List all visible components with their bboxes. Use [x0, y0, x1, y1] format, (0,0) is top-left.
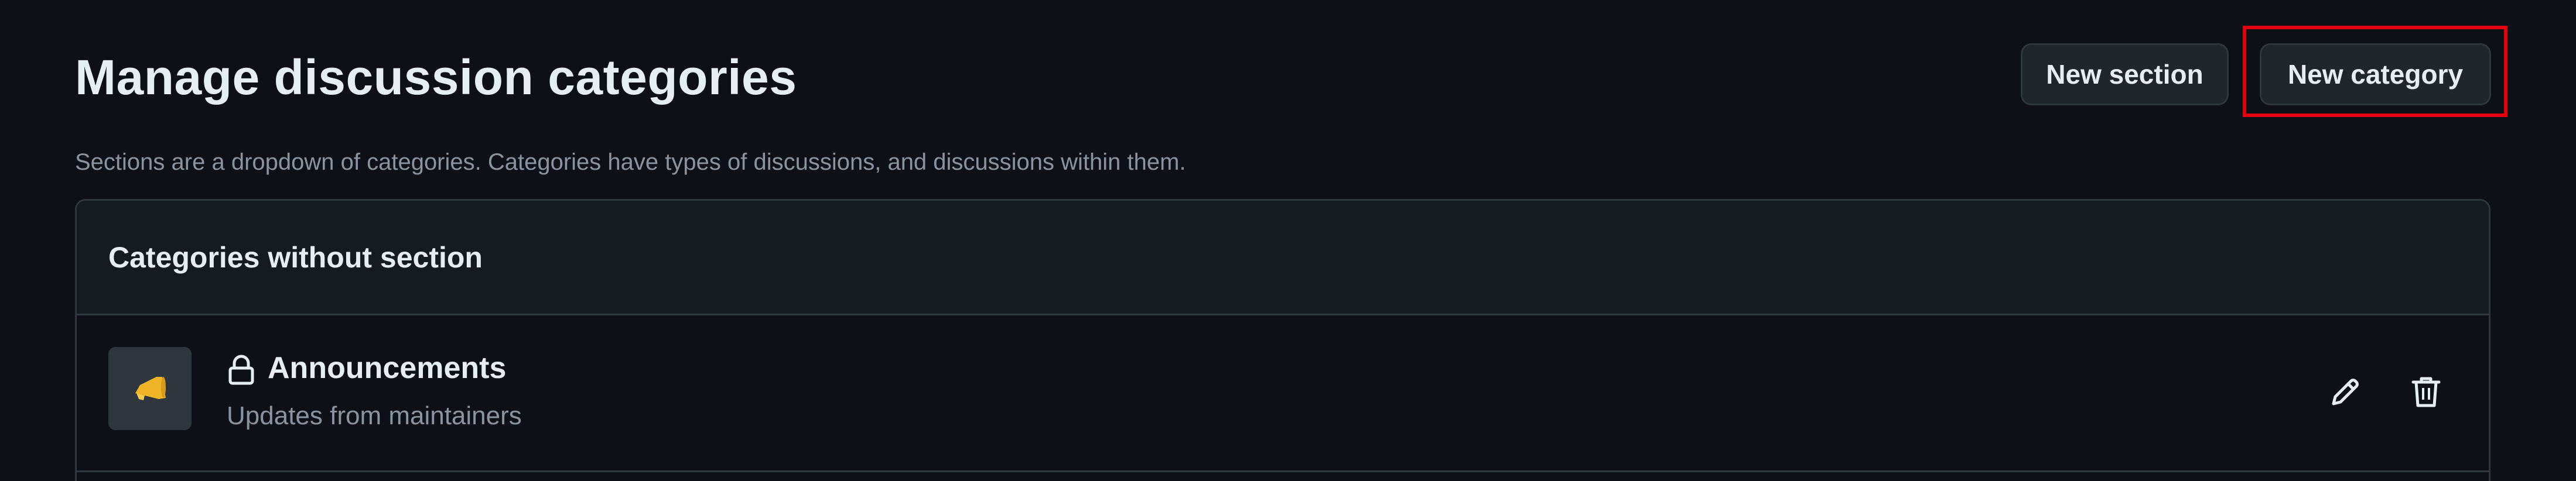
category-name[interactable]: Announcements: [268, 349, 506, 387]
categories-panel: Categories without section Announcements…: [75, 199, 2490, 481]
discussion-categories-page: Manage discussion categories New section…: [0, 0, 2576, 481]
category-description: Updates from maintainers: [227, 401, 522, 430]
new-section-button[interactable]: New section: [2021, 43, 2229, 105]
panel-header: Categories without section: [77, 201, 2489, 315]
trash-icon[interactable]: [2406, 372, 2447, 413]
category-row[interactable]: Announcements Updates from maintainers: [77, 315, 2489, 472]
pencil-icon[interactable]: [2325, 372, 2366, 413]
megaphone-icon: [108, 347, 192, 430]
page-title: Manage discussion categories: [75, 50, 797, 105]
panel-title: Categories without section: [108, 240, 483, 274]
new-category-button[interactable]: New category: [2260, 43, 2491, 105]
page-description: Sections are a dropdown of categories. C…: [75, 149, 1186, 175]
lock-icon: [227, 354, 256, 386]
